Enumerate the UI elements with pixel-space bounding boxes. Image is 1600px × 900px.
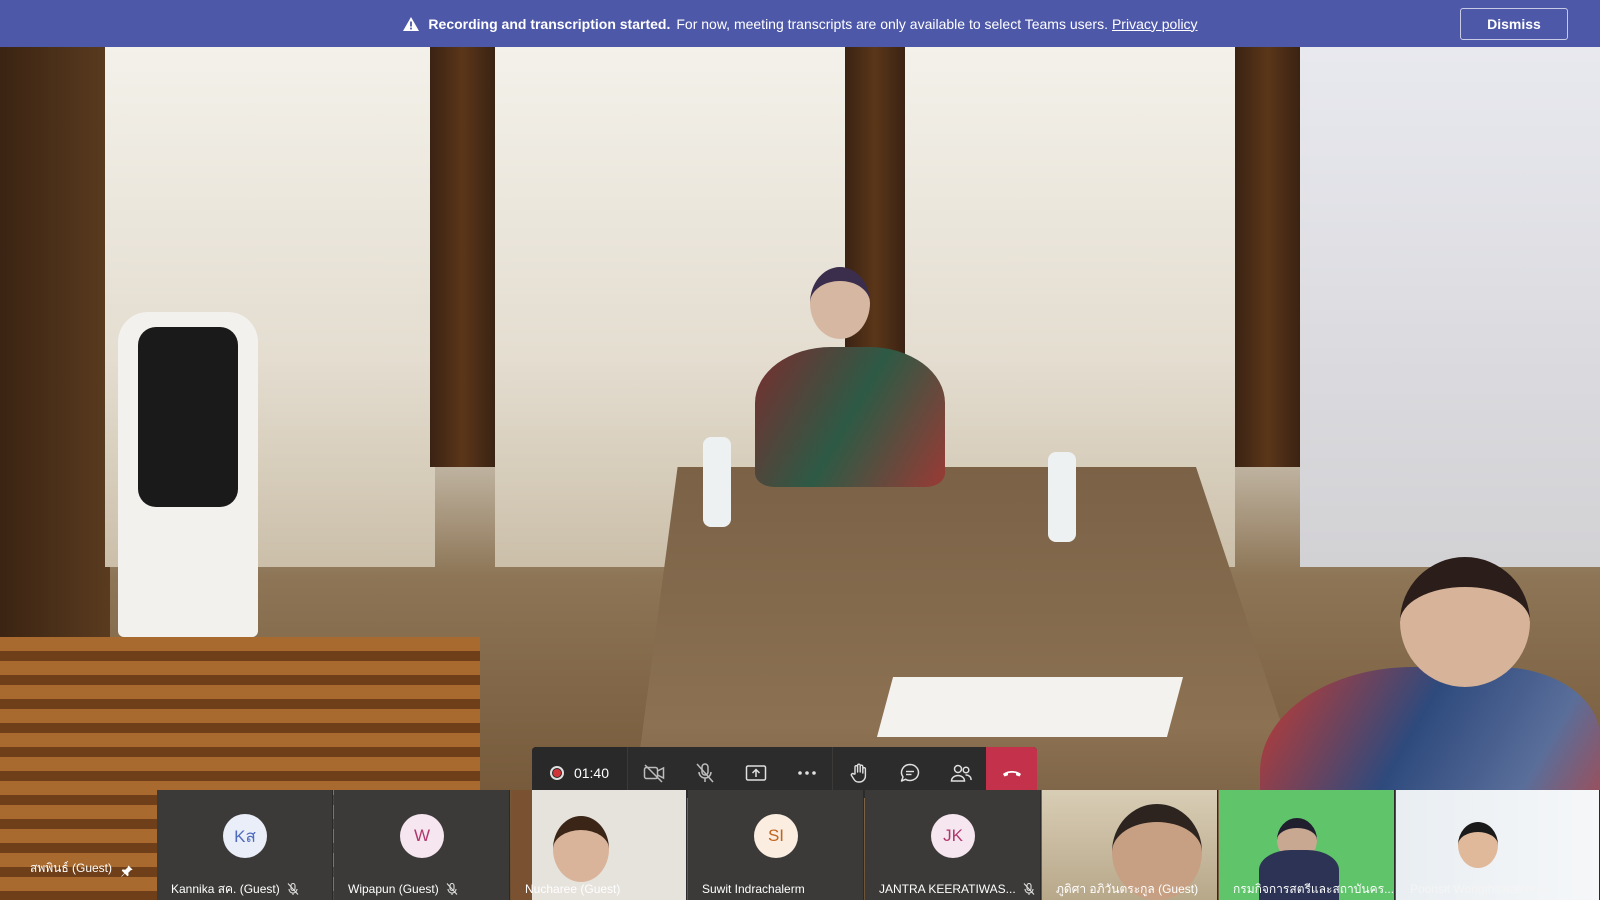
mic-muted-icon (287, 882, 299, 895)
record-icon (549, 765, 564, 780)
video-scene-paper (876, 677, 1184, 737)
participant-name: Nucharee (Guest) (525, 882, 621, 896)
privacy-policy-link[interactable]: Privacy policy (1112, 16, 1198, 32)
recording-banner: Recording and transcription started. For… (0, 0, 1600, 47)
avatar: Kส (223, 814, 267, 858)
participant-name: Poonsit Wongthawatchai (... (1410, 882, 1560, 896)
participant-name-row: กรมกิจการสตรีและสถาบันคร... (1233, 878, 1393, 900)
video-scene-person (755, 347, 945, 487)
participant-name-row: Suwit Indrachalerm (702, 878, 805, 900)
video-scene-air-cooler-panel (138, 327, 238, 507)
video-scene-person-head (1400, 557, 1530, 687)
participant-video-tile[interactable]: Nucharee (Guest) (511, 790, 687, 900)
mic-muted-icon (1023, 882, 1035, 895)
avatar: SI (754, 814, 798, 858)
participant-video-face (1458, 822, 1498, 868)
hand-icon (850, 763, 866, 783)
participant-video-face (553, 816, 609, 882)
warning-icon (403, 16, 420, 31)
banner-title: Recording and transcription started. (428, 15, 671, 32)
avatar: JK (931, 814, 975, 858)
mic-muted-icon (446, 882, 458, 895)
avatar: W (400, 814, 444, 858)
pin-icon[interactable] (120, 864, 134, 878)
dismiss-button[interactable]: Dismiss (1460, 8, 1568, 40)
participant-tile[interactable]: W Wipapun (Guest) (334, 790, 510, 900)
participant-video-tile[interactable]: กรมกิจการสตรีและสถาบันคร... (1219, 790, 1395, 900)
share-screen-icon (745, 764, 766, 781)
participant-name-row: Kannika สค. (Guest) (171, 878, 300, 900)
video-scene-pillar (430, 47, 495, 467)
participant-name-row: JANTRA KEERATIWAS... (879, 878, 1036, 900)
participant-name: Suwit Indrachalerm (702, 882, 805, 896)
camera-off-icon (643, 763, 664, 783)
teams-meeting-window: Recording and transcription started. For… (0, 0, 1600, 900)
self-view[interactable]: สพพินธ์ (Guest) (0, 790, 157, 900)
participant-strip: สพพินธ์ (Guest) Kส Kannika สค. (Guest) W… (0, 790, 1600, 900)
participant-video-tile[interactable]: Poonsit Wongthawatchai (... (1396, 790, 1600, 900)
call-timer: 01:40 (573, 764, 610, 781)
self-name: สพพินธ์ (Guest) (30, 861, 113, 875)
people-icon (950, 764, 972, 782)
participant-name: JANTRA KEERATIWAS... (879, 882, 1016, 896)
video-scene-person-head (810, 267, 870, 339)
mic-off-icon (695, 762, 714, 782)
participant-tile[interactable]: JK JANTRA KEERATIWAS... (865, 790, 1041, 900)
video-scene-bottle (703, 437, 731, 527)
video-scene-bottle (1048, 452, 1076, 542)
video-scene-window (1300, 47, 1600, 567)
video-scene-pillar (1235, 47, 1300, 467)
participant-tile[interactable]: SI Suwit Indrachalerm (688, 790, 864, 900)
phone-hangup-icon (1002, 770, 1021, 776)
participant-name-row: Wipapun (Guest) (348, 878, 459, 900)
participant-name: Kannika สค. (Guest) (171, 881, 280, 896)
more-icon (797, 770, 816, 775)
banner-text: For now, meeting transcripts are only av… (676, 15, 1108, 32)
participant-name-row: Poonsit Wongthawatchai (... (1410, 878, 1559, 900)
chat-icon (900, 763, 919, 782)
participant-name: ภูดิศา อภิวันตระกูล (Guest) (1056, 881, 1199, 896)
participant-name-row: Nucharee (Guest) (525, 878, 620, 900)
participant-name-row: ภูดิศา อภิวันตระกูล (Guest) (1056, 878, 1198, 900)
participant-name: Wipapun (Guest) (348, 882, 439, 896)
participant-video-tile[interactable]: ภูดิศา อภิวันตระกูล (Guest) (1042, 790, 1218, 900)
participant-name: กรมกิจการสตรีและสถาบันคร... (1233, 881, 1393, 896)
participant-tile[interactable]: Kส Kannika สค. (Guest) (157, 790, 333, 900)
